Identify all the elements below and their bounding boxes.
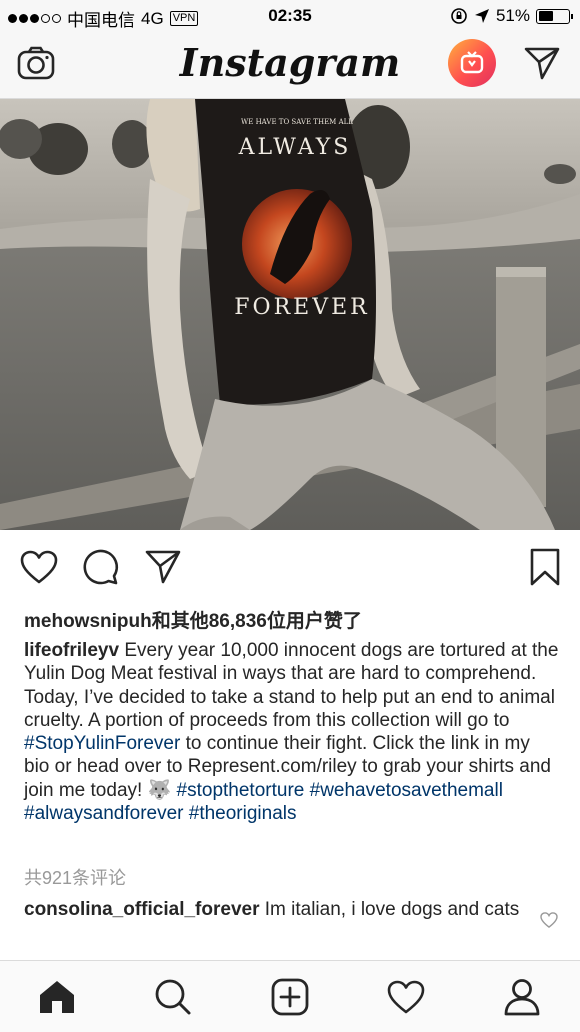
hashtag-link[interactable]: #theoriginals [189, 803, 297, 824]
post-photo[interactable]: WE HAVE TO SAVE THEM ALL ALWAYS FOREVER [0, 99, 580, 530]
post-actions [0, 530, 580, 602]
igtv-icon [460, 51, 484, 74]
shirt-text-forever: FOREVER [234, 295, 369, 320]
battery-percent: 51% [495, 6, 530, 25]
location-arrow-icon [474, 9, 489, 23]
likes-summary[interactable]: mehowsnipuh和其他86,836位用户赞了 [24, 606, 362, 633]
home-icon [40, 981, 74, 1013]
comment-button[interactable] [82, 548, 120, 586]
comment-icon [83, 549, 119, 585]
post-caption: lifeofrileyv Every year 10,000 innocent … [24, 639, 560, 825]
nav-search[interactable] [153, 977, 193, 1017]
bookmark-icon [530, 548, 560, 586]
comment-username[interactable]: consolina_official_forever [24, 899, 259, 920]
view-all-comments-link[interactable]: 共921条评论 [24, 864, 126, 890]
save-button[interactable] [526, 548, 564, 586]
shirt-text-always: ALWAYS [238, 135, 352, 160]
status-right: 51% [450, 6, 573, 26]
igtv-button[interactable] [448, 39, 496, 87]
shirt-text-top: WE HAVE TO SAVE THEM ALL [241, 118, 353, 126]
caption-username[interactable]: lifeofrileyv [24, 640, 119, 661]
share-button[interactable] [144, 548, 182, 586]
bottom-navigation [0, 960, 580, 1032]
wolf-emoji: 🐺 [147, 779, 172, 801]
comment-like-button[interactable] [540, 912, 558, 930]
activity-heart-icon [387, 980, 425, 1014]
comment-item: consolina_official_forever Im italian, i… [24, 898, 524, 921]
add-post-icon [271, 978, 309, 1016]
search-icon [155, 979, 191, 1015]
post-photo-graphic: WE HAVE TO SAVE THEM ALL ALWAYS FOREVER [0, 99, 580, 530]
heart-icon [20, 550, 58, 584]
paper-plane-icon [524, 47, 560, 80]
battery-icon [536, 8, 573, 24]
nav-home[interactable] [37, 977, 77, 1017]
share-icon [145, 550, 181, 584]
nav-activity[interactable] [386, 977, 426, 1017]
direct-messages-button[interactable] [522, 43, 562, 83]
like-button[interactable] [20, 548, 58, 586]
comment-text: Im italian, i love dogs and cats [264, 899, 520, 920]
profile-icon [504, 979, 540, 1016]
hashtag-link[interactable]: #alwaysandforever [24, 803, 183, 824]
status-bar: 中国电信 4G VPN 02:35 51% [0, 0, 580, 32]
nav-profile[interactable] [502, 977, 542, 1017]
hashtag-link[interactable]: #stopthetorture [177, 780, 305, 801]
battery-fill [538, 11, 554, 21]
small-heart-icon [540, 912, 558, 928]
app-header: Instagram [0, 32, 580, 99]
nav-add-post[interactable] [270, 977, 310, 1017]
rotation-lock-icon [451, 8, 467, 24]
hashtag-link[interactable]: #StopYulinForever [24, 733, 180, 754]
hashtag-link[interactable]: #wehavetosavethemall [310, 780, 503, 801]
